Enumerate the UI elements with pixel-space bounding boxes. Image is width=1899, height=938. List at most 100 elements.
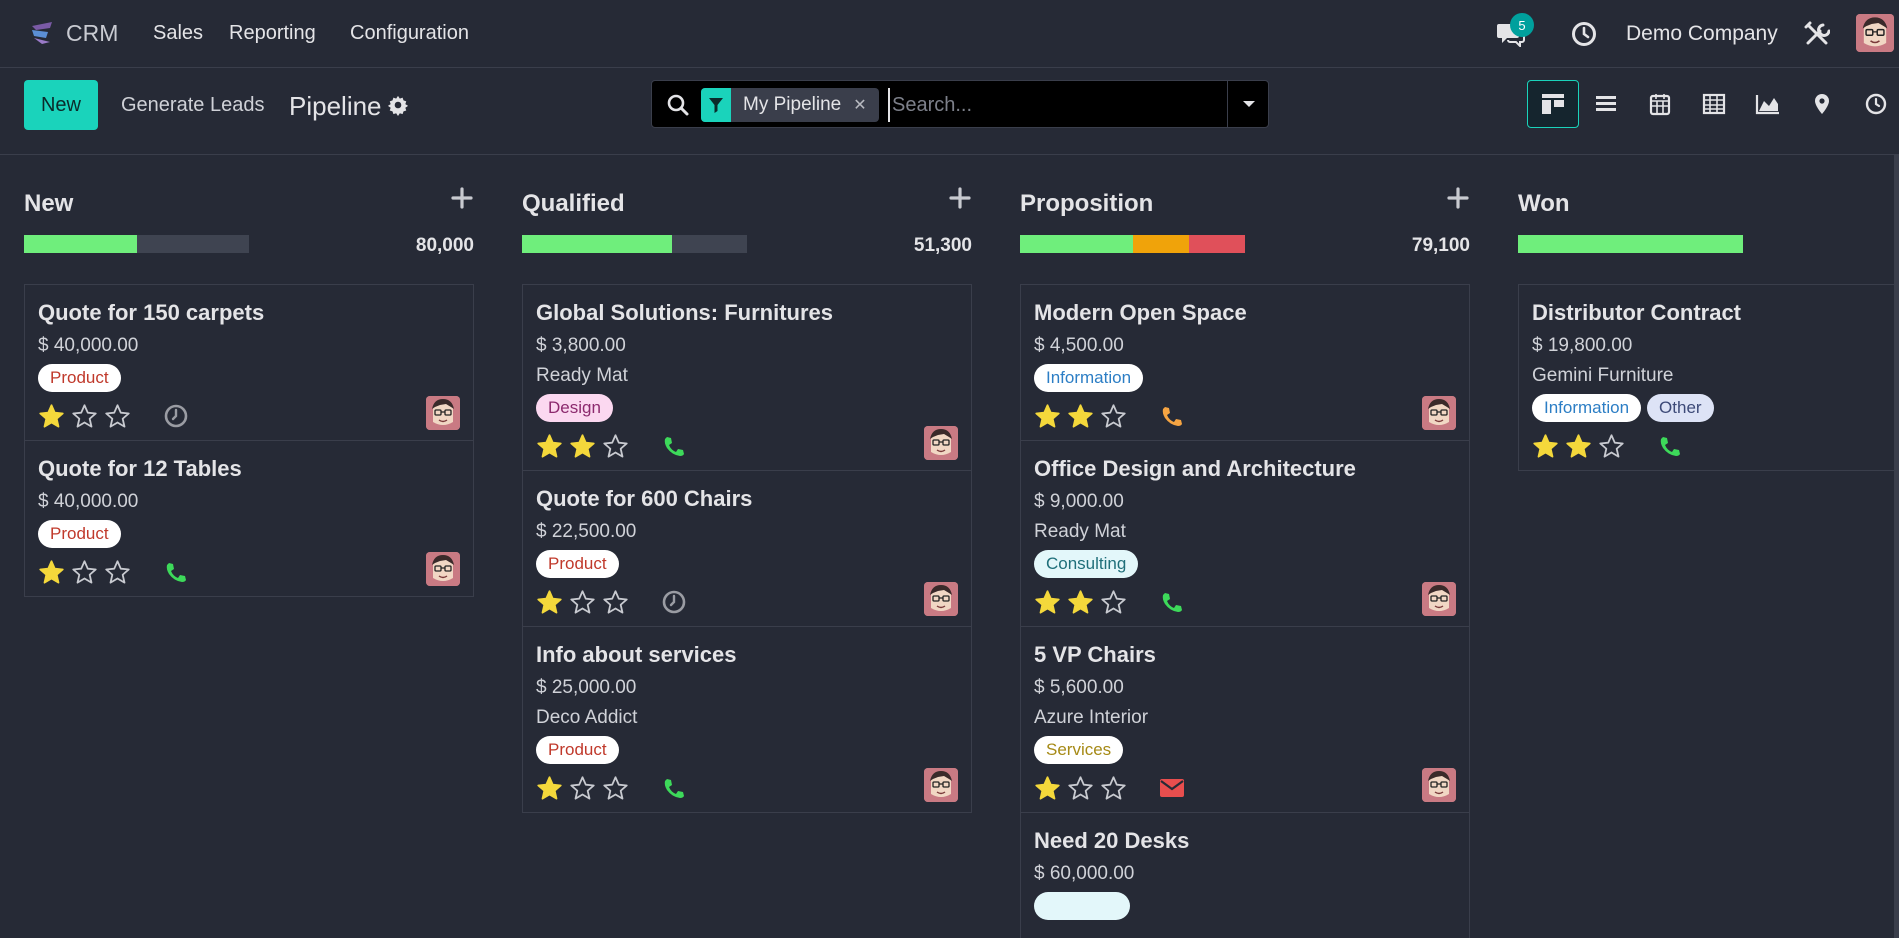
new-button[interactable]: New: [24, 80, 98, 130]
star-filled-icon[interactable]: [1034, 403, 1061, 430]
search-facet-label: My Pipeline: [743, 94, 842, 115]
remove-facet-icon[interactable]: ✕: [853, 95, 878, 115]
view-pivot-button[interactable]: [1687, 80, 1741, 128]
app-brand[interactable]: CRM: [28, 18, 118, 48]
star-empty-icon[interactable]: [71, 403, 98, 430]
star-filled-icon[interactable]: [569, 433, 596, 460]
kanban-card[interactable]: Modern Open Space $ 4,500.00 Information: [1021, 285, 1469, 441]
kanban-card[interactable]: Quote for 600 Chairs $ 22,500.00 Product: [523, 471, 971, 627]
add-quick-create-icon[interactable]: [450, 186, 474, 210]
star-empty-icon[interactable]: [1100, 775, 1127, 802]
activity-indicator[interactable]: [163, 403, 189, 429]
star-empty-icon[interactable]: [602, 589, 629, 616]
generate-leads-button[interactable]: Generate Leads: [121, 94, 264, 117]
salesperson-avatar[interactable]: [924, 426, 958, 460]
column-title[interactable]: Proposition: [1020, 190, 1153, 218]
activity-clock-icon[interactable]: [1571, 21, 1597, 47]
column-title[interactable]: Won: [1518, 190, 1570, 218]
star-empty-icon[interactable]: [71, 559, 98, 586]
star-filled-icon[interactable]: [536, 433, 563, 460]
star-filled-icon[interactable]: [1067, 403, 1094, 430]
kanban-card[interactable]: Quote for 150 carpets $ 40,000.00 Product: [25, 285, 473, 441]
board-scrollbar[interactable]: [1894, 155, 1899, 938]
view-activity-button[interactable]: [1849, 80, 1899, 128]
kanban-card[interactable]: Distributor Contract $ 19,800.00 Gemini Fu…: [1519, 285, 1899, 470]
star-empty-icon[interactable]: [104, 403, 131, 430]
column-progress-bar[interactable]: [24, 235, 249, 253]
view-calendar-button[interactable]: [1633, 80, 1687, 128]
salesperson-avatar[interactable]: [426, 552, 460, 586]
star-empty-icon[interactable]: [104, 559, 131, 586]
progress-segment-red[interactable]: [1188, 235, 1245, 253]
activity-indicator[interactable]: [1159, 403, 1185, 429]
view-kanban-button[interactable]: [1527, 80, 1579, 128]
activity-indicator[interactable]: [163, 559, 189, 585]
kanban-card[interactable]: 5 VP Chairs $ 5,600.00 Azure Interior Servi…: [1021, 627, 1469, 813]
add-quick-create-icon[interactable]: [948, 186, 972, 210]
menu-configuration[interactable]: Configuration: [350, 22, 469, 45]
card-customer: Ready Mat: [1034, 521, 1126, 542]
star-empty-icon[interactable]: [1067, 775, 1094, 802]
star-filled-icon[interactable]: [1565, 433, 1592, 460]
salesperson-avatar[interactable]: [426, 396, 460, 430]
progress-segment-green[interactable]: [24, 235, 137, 253]
star-empty-icon[interactable]: [569, 589, 596, 616]
user-avatar[interactable]: [1856, 14, 1894, 52]
column-progress-bar[interactable]: [1518, 235, 1743, 253]
kanban-card[interactable]: Quote for 12 Tables $ 40,000.00 Product: [25, 441, 473, 596]
debug-tools-icon[interactable]: [1804, 21, 1830, 47]
star-empty-icon[interactable]: [1598, 433, 1625, 460]
star-filled-icon[interactable]: [1034, 775, 1061, 802]
progress-segment-green[interactable]: [1020, 235, 1133, 253]
star-empty-icon[interactable]: [569, 775, 596, 802]
activity-indicator[interactable]: [1159, 589, 1185, 615]
salesperson-avatar[interactable]: [1422, 582, 1456, 616]
activity-indicator[interactable]: [1657, 433, 1683, 459]
salesperson-avatar[interactable]: [1422, 768, 1456, 802]
column-title[interactable]: Qualified: [522, 190, 625, 218]
kanban-card[interactable]: Need 20 Desks $ 60,000.00: [1021, 813, 1469, 938]
add-quick-create-icon[interactable]: [1446, 186, 1470, 210]
column-title[interactable]: New: [24, 190, 73, 218]
star-filled-icon[interactable]: [536, 589, 563, 616]
company-switcher[interactable]: Demo Company: [1626, 22, 1778, 46]
view-list-button[interactable]: [1579, 80, 1633, 128]
star-empty-icon[interactable]: [1100, 589, 1127, 616]
star-filled-icon[interactable]: [1067, 589, 1094, 616]
column-progress-bar[interactable]: [522, 235, 747, 253]
progress-segment-grey[interactable]: [672, 235, 747, 253]
phone-warning-icon: [1162, 407, 1182, 426]
star-filled-icon[interactable]: [1532, 433, 1559, 460]
kanban-card[interactable]: Office Design and Architecture $ 9,000.00…: [1021, 441, 1469, 627]
activity-indicator[interactable]: [661, 433, 687, 459]
activity-indicator[interactable]: [661, 775, 687, 801]
star-empty-icon[interactable]: [602, 433, 629, 460]
progress-segment-orange[interactable]: [1132, 235, 1189, 253]
menu-reporting[interactable]: Reporting: [229, 22, 316, 45]
star-filled-icon[interactable]: [38, 559, 65, 586]
search-input[interactable]: [888, 88, 1218, 122]
activity-indicator[interactable]: [661, 589, 687, 615]
activity-indicator[interactable]: [1159, 775, 1185, 801]
star-empty-icon[interactable]: [602, 775, 629, 802]
progress-segment-grey[interactable]: [136, 235, 249, 253]
salesperson-avatar[interactable]: [924, 768, 958, 802]
card-customer: Ready Mat: [536, 365, 628, 386]
star-empty-icon[interactable]: [1100, 403, 1127, 430]
kanban-card[interactable]: Global Solutions: Furnitures $ 3,800.00 Re…: [523, 285, 971, 471]
star-filled-icon[interactable]: [1034, 589, 1061, 616]
view-graph-button[interactable]: [1741, 80, 1795, 128]
kanban-card[interactable]: Info about services $ 25,000.00 Deco Addic…: [523, 627, 971, 812]
menu-sales[interactable]: Sales: [153, 22, 203, 45]
salesperson-avatar[interactable]: [1422, 396, 1456, 430]
search-options-toggle[interactable]: [1227, 81, 1269, 127]
progress-segment-green[interactable]: [1518, 235, 1743, 253]
star-filled-icon[interactable]: [38, 403, 65, 430]
column-progress-bar[interactable]: [1020, 235, 1245, 253]
progress-segment-green[interactable]: [522, 235, 673, 253]
star-filled-icon[interactable]: [536, 775, 563, 802]
search-icon[interactable]: [666, 93, 690, 117]
gear-icon[interactable]: [387, 94, 409, 116]
view-map-button[interactable]: [1795, 80, 1849, 128]
salesperson-avatar[interactable]: [924, 582, 958, 616]
